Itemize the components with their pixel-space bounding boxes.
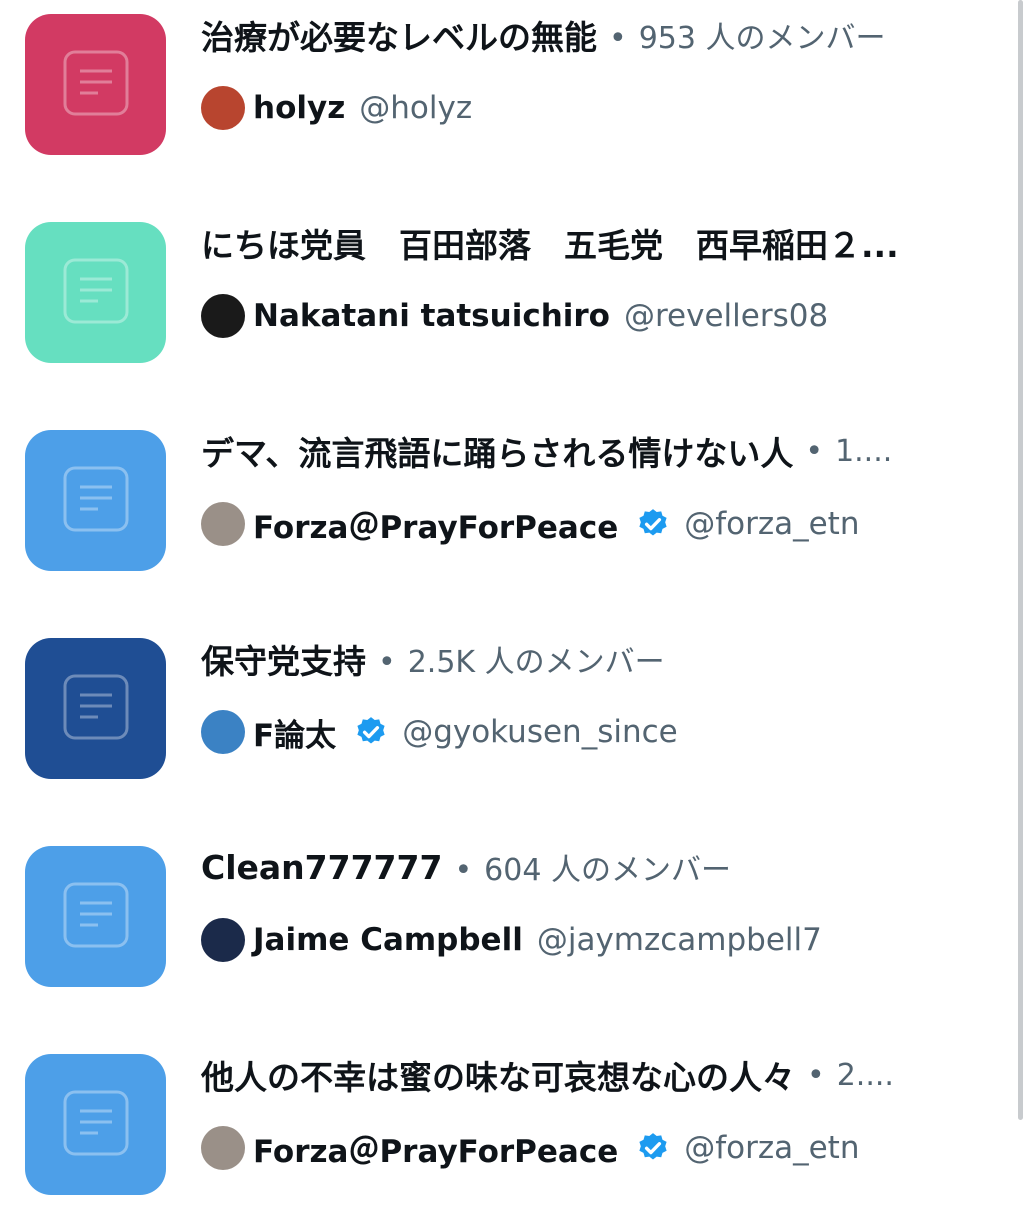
- owner-handle[interactable]: @jaymzcampbell7: [537, 922, 822, 958]
- list-cover-tile[interactable]: [25, 430, 166, 571]
- owner-name[interactable]: Jaime Campbell: [253, 922, 523, 958]
- list-item[interactable]: Clean777777 • 604 人のメンバー Jaime Campbell @jay…: [0, 832, 1027, 1012]
- list-title[interactable]: 保守党支持: [201, 635, 366, 683]
- list-title-row: 治療が必要なレベルの無能 • 953 人のメンバー: [201, 10, 1001, 60]
- list-cover-tile[interactable]: [25, 846, 166, 987]
- member-count-text: 604 人のメンバー: [484, 853, 731, 888]
- list-item[interactable]: 治療が必要なレベルの無能 • 953 人のメンバー holyz @holyz: [0, 0, 1027, 180]
- list-owner[interactable]: Forza＠PrayForPeace @forza_etn: [201, 1125, 1011, 1171]
- list-icon: [62, 49, 130, 121]
- list-cover-tile[interactable]: [25, 14, 166, 155]
- owner-name[interactable]: F論太: [253, 710, 336, 755]
- verified-badge-icon: [354, 715, 388, 749]
- member-count: • 2....: [795, 1058, 894, 1093]
- avatar[interactable]: [201, 918, 245, 962]
- list-title[interactable]: Clean777777: [201, 848, 442, 887]
- list-owner[interactable]: Jaime Campbell @jaymzcampbell7: [201, 917, 1011, 963]
- member-count-text: 953 人のメンバー: [638, 21, 886, 56]
- owner-name[interactable]: Forza＠PrayForPeace: [253, 1126, 618, 1171]
- list-icon: [62, 673, 130, 745]
- owner-name[interactable]: holyz: [253, 90, 345, 126]
- list-owner[interactable]: F論太 @gyokusen_since: [201, 709, 1011, 755]
- list-title-row: 他人の不幸は蜜の味な可哀想な心の人々 • 2....: [201, 1050, 1001, 1100]
- list-icon: [62, 1089, 130, 1161]
- list-item[interactable]: 保守党支持 • 2.5K 人のメンバー F論太 @gyokusen_since: [0, 624, 1027, 804]
- list-title[interactable]: にちほ党員 百田部落 五毛党 西早稲田２...: [201, 219, 899, 267]
- list-owner[interactable]: Forza＠PrayForPeace @forza_etn: [201, 501, 1011, 547]
- list-title-row: デマ、流言飛語に踊らされる情けない人 • 1....: [201, 426, 1001, 476]
- avatar[interactable]: [201, 502, 245, 546]
- list-owner[interactable]: holyz @holyz: [201, 85, 1011, 131]
- verified-badge-icon: [636, 507, 670, 541]
- separator-dot: •: [609, 21, 627, 56]
- avatar[interactable]: [201, 1126, 245, 1170]
- list-icon: [62, 465, 130, 537]
- owner-handle[interactable]: @gyokusen_since: [402, 714, 678, 750]
- separator-dot: •: [454, 853, 473, 888]
- member-count: • 953 人のメンバー: [597, 13, 886, 57]
- list-owner[interactable]: Nakatani tatsuichiro @revellers08: [201, 293, 1011, 339]
- list-item[interactable]: にちほ党員 百田部落 五毛党 西早稲田２... Nakatani tatsuich…: [0, 208, 1027, 388]
- list-cover-tile[interactable]: [25, 222, 166, 363]
- owner-handle[interactable]: @forza_etn: [684, 1130, 859, 1166]
- member-count: • 604 人のメンバー: [442, 845, 731, 889]
- separator-dot: •: [378, 645, 396, 680]
- list-icon: [62, 881, 130, 953]
- list-title-row: にちほ党員 百田部落 五毛党 西早稲田２...: [201, 218, 1001, 268]
- owner-name[interactable]: Forza＠PrayForPeace: [253, 502, 618, 547]
- member-count-text: 2.5K 人のメンバー: [407, 645, 665, 680]
- list-item[interactable]: 他人の不幸は蜜の味な可哀想な心の人々 • 2.... Forza＠PrayForPea…: [0, 1040, 1027, 1220]
- owner-handle[interactable]: @holyz: [359, 90, 472, 126]
- member-count-text: 1....: [835, 433, 893, 469]
- verified-badge-icon: [636, 1131, 670, 1165]
- avatar[interactable]: [201, 710, 245, 754]
- list-title[interactable]: デマ、流言飛語に踊らされる情けない人: [201, 427, 793, 475]
- separator-dot: •: [805, 433, 824, 469]
- separator-dot: •: [807, 1057, 825, 1093]
- list-icon: [62, 257, 130, 329]
- member-count: • 2.5K 人のメンバー: [366, 637, 665, 681]
- list-cover-tile[interactable]: [25, 638, 166, 779]
- list-item[interactable]: デマ、流言飛語に踊らされる情けない人 • 1.... Forza＠PrayForPea…: [0, 416, 1027, 596]
- list-cover-tile[interactable]: [25, 1054, 166, 1195]
- member-count: • 1....: [793, 434, 892, 469]
- avatar[interactable]: [201, 86, 245, 130]
- member-count-text: 2....: [836, 1057, 894, 1093]
- owner-handle[interactable]: @revellers08: [624, 298, 828, 334]
- list-title[interactable]: 他人の不幸は蜜の味な可哀想な心の人々: [201, 1051, 795, 1099]
- lists-container: 治療が必要なレベルの無能 • 953 人のメンバー holyz @holyz にちほ党員 …: [0, 0, 1027, 1200]
- list-title[interactable]: 治療が必要なレベルの無能: [201, 11, 597, 59]
- owner-name[interactable]: Nakatani tatsuichiro: [253, 298, 610, 334]
- owner-handle[interactable]: @forza_etn: [684, 506, 859, 542]
- list-title-row: 保守党支持 • 2.5K 人のメンバー: [201, 634, 1001, 684]
- avatar[interactable]: [201, 294, 245, 338]
- list-title-row: Clean777777 • 604 人のメンバー: [201, 842, 1001, 892]
- scrollbar[interactable]: [1018, 0, 1023, 1120]
